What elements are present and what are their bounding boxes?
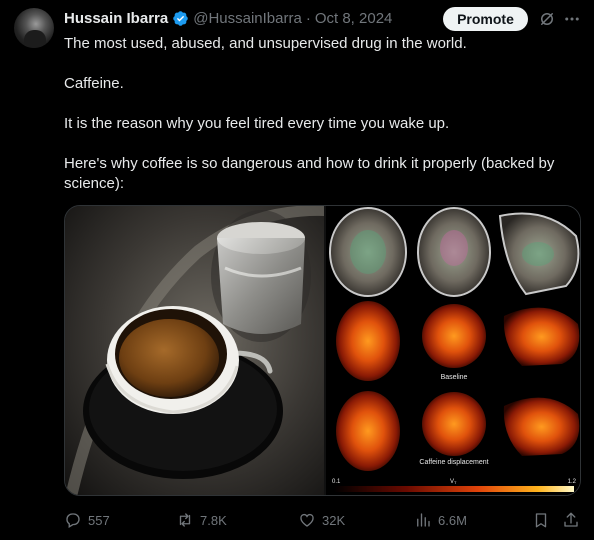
repost-count: 7.8K [200, 512, 227, 528]
repost-button[interactable]: 7.8K [176, 508, 227, 532]
share-icon [564, 512, 578, 527]
reply-icon [66, 513, 80, 528]
tweet: Hussain Ibarra @HussainIbarra · Oct 8, 2… [0, 0, 594, 540]
verified-badge-icon [173, 10, 188, 26]
media-container[interactable]: Baseline Caffeine displacement 0.1 VT 1.… [64, 205, 581, 496]
share-button[interactable] [562, 508, 580, 532]
repost-icon [179, 513, 191, 527]
author-handle[interactable]: @HussainIbarra [193, 10, 302, 27]
brain-scans-image[interactable]: Baseline Caffeine displacement 0.1 VT 1.… [326, 206, 581, 496]
reply-button[interactable]: 557 [64, 508, 110, 532]
colorbar-min-label: 0.1 [332, 479, 341, 485]
bookmark-icon [535, 513, 547, 528]
like-button[interactable]: 32K [298, 508, 345, 532]
author-name[interactable]: Hussain Ibarra [64, 10, 168, 27]
separator: · [305, 9, 311, 27]
tweet-paragraph: Caffeine. [64, 75, 124, 92]
bookmark-button[interactable] [532, 508, 550, 532]
avatar[interactable] [14, 8, 54, 48]
action-bar: 557 7.8K 32K 6.6M [64, 508, 584, 532]
coffee-photo[interactable] [65, 206, 324, 496]
tweet-header: Hussain Ibarra @HussainIbarra · Oct 8, 2… [64, 8, 392, 28]
reply-count: 557 [88, 512, 110, 528]
like-count: 32K [322, 512, 346, 528]
colorbar-mid-label: VT [450, 479, 457, 485]
tweet-date[interactable]: Oct 8, 2024 [315, 10, 393, 27]
promote-button[interactable]: Promote [443, 7, 528, 31]
scan-caption-caffeine: Caffeine displacement [419, 459, 488, 466]
scan-caption-baseline: Baseline [441, 374, 468, 381]
like-icon [300, 513, 314, 527]
tweet-text: The most used, abused, and unsupervised … [64, 34, 579, 194]
grok-icon[interactable] [538, 10, 556, 28]
tweet-paragraph: Here's why coffee is so dangerous and ho… [64, 155, 555, 192]
views-icon [417, 513, 430, 527]
more-icon[interactable] [563, 10, 581, 28]
views-count: 6.6M [438, 512, 467, 528]
views-button[interactable]: 6.6M [414, 508, 467, 532]
colorbar-max-label: 1.2 [568, 479, 577, 485]
tweet-paragraph: It is the reason why you feel tired ever… [64, 115, 450, 132]
tweet-paragraph: The most used, abused, and unsupervised … [64, 35, 467, 52]
